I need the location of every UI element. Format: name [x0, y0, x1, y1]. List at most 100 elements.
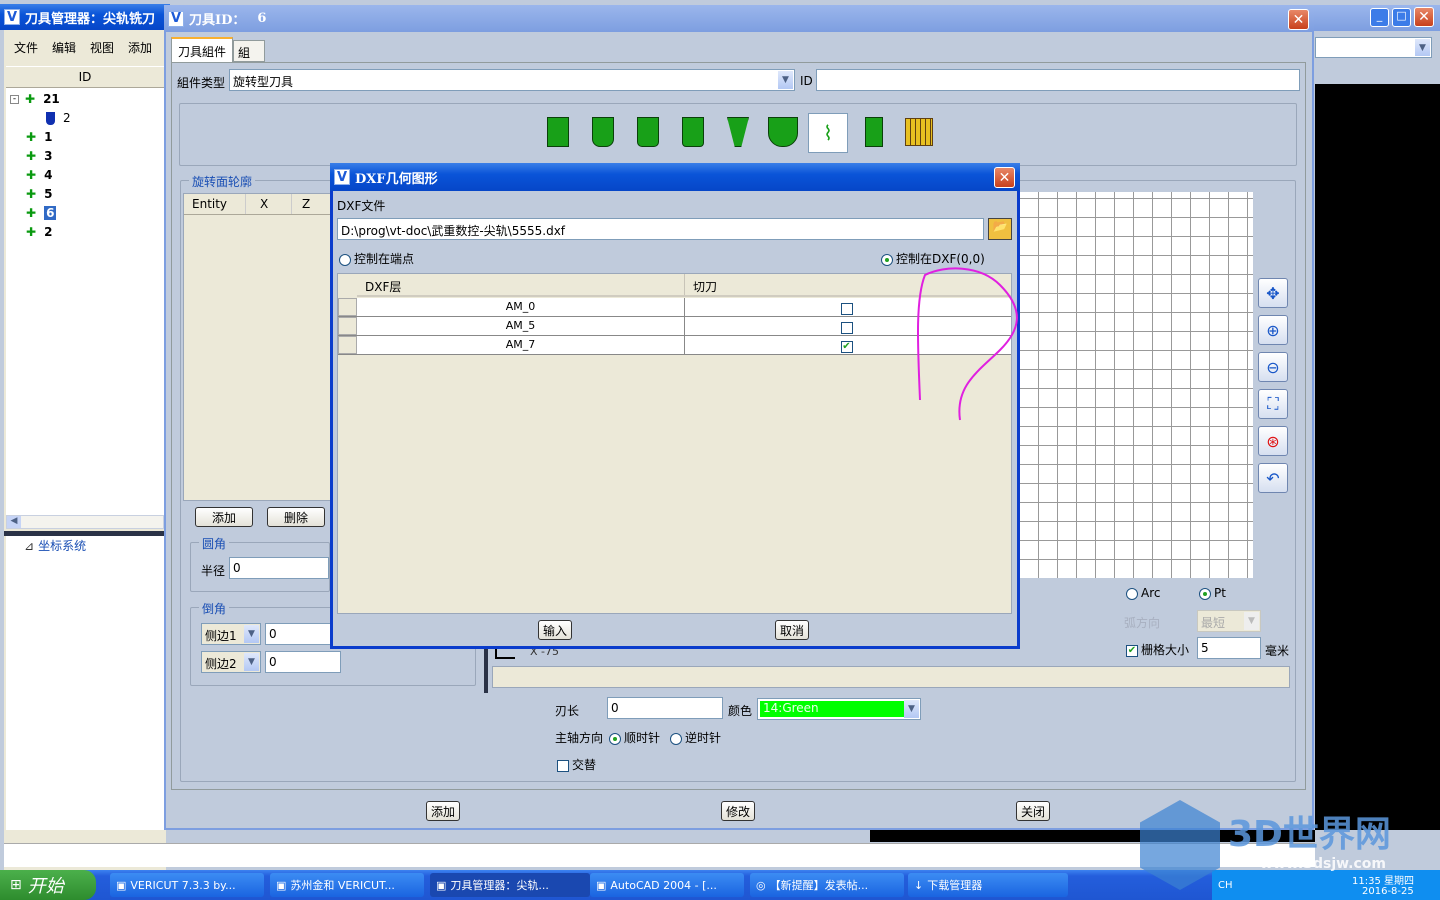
- background-close-button[interactable]: ✕: [1414, 7, 1434, 27]
- endpoint-radio[interactable]: 控制在端点: [339, 250, 414, 267]
- side2-select[interactable]: 侧边2 ▼: [201, 651, 261, 673]
- row-header[interactable]: [338, 317, 357, 335]
- menu-view[interactable]: 视图: [90, 39, 114, 56]
- cutter-checkbox[interactable]: [840, 321, 853, 334]
- tool-dialog-titlebar: V 刀具ID： 6: [164, 5, 1314, 32]
- cutter-checkbox[interactable]: ✔: [840, 340, 853, 353]
- id-column-header[interactable]: ID: [6, 67, 164, 88]
- taskbar-item[interactable]: ▣ VERICUT 7.3.3 by...: [110, 873, 264, 897]
- tree-item[interactable]: 2: [46, 111, 71, 125]
- counterclockwise-radio[interactable]: 逆时针: [670, 729, 721, 746]
- menu-add[interactable]: 添加: [128, 39, 152, 56]
- tree-item[interactable]: - ✚ 21: [10, 92, 60, 106]
- fit-view-icon[interactable]: ⛶: [1258, 389, 1288, 419]
- tree-item[interactable]: ✚ 4: [26, 168, 52, 182]
- row-header[interactable]: [338, 336, 357, 354]
- col-cutter[interactable]: 切刀: [685, 274, 725, 295]
- tool-assembly-icon: ✚: [25, 92, 36, 106]
- tree-item[interactable]: ✚ 1: [26, 130, 52, 144]
- grid-size-input[interactable]: 5: [1197, 637, 1261, 659]
- color-select[interactable]: 14:Green ▼: [757, 698, 921, 720]
- preview-divider: [484, 645, 488, 693]
- cutter-checkbox[interactable]: [840, 302, 853, 315]
- vericut-logo-icon: V: [168, 10, 184, 27]
- open-folder-icon[interactable]: 📂: [988, 218, 1012, 240]
- tab-assembly[interactable]: 組合: [233, 40, 265, 77]
- component-type-label: 組件类型: [177, 76, 226, 90]
- target-icon[interactable]: ⊛: [1258, 426, 1288, 456]
- zoom-out-icon[interactable]: ⊖: [1258, 352, 1288, 382]
- stl-model-icon[interactable]: [905, 118, 933, 146]
- taskbar-item-active[interactable]: ▣ 刀具管理器：尖轨...: [430, 873, 590, 897]
- col-dxf-layer[interactable]: DXF层: [357, 274, 685, 295]
- flat-end-mill-icon[interactable]: [547, 117, 569, 147]
- id-input[interactable]: [816, 69, 1300, 91]
- tool-dialog-title: 刀具ID：: [189, 13, 246, 28]
- col-z[interactable]: Z: [292, 194, 320, 214]
- col-x[interactable]: X: [246, 194, 292, 214]
- disk-mill-icon[interactable]: [768, 117, 798, 147]
- tool-assembly-icon: ✚: [26, 130, 37, 144]
- bull-nose-mill-icon[interactable]: [637, 117, 659, 147]
- row-header[interactable]: [338, 298, 357, 316]
- delete-entity-button[interactable]: 删除: [267, 507, 325, 527]
- app-icon: ▣: [116, 878, 127, 892]
- tool-assembly-icon: ✚: [26, 206, 37, 220]
- clockwise-radio[interactable]: 顺时针: [609, 729, 660, 746]
- menu-edit[interactable]: 编辑: [52, 39, 76, 56]
- component-type-select[interactable]: 旋转型刀具 ▼: [229, 69, 795, 91]
- dxf-file-input[interactable]: D:\prog\vt-doc\武重数控-尖轨\5555.dxf: [337, 218, 984, 240]
- background-dropdown[interactable]: ▼: [1315, 37, 1432, 58]
- alternate-checkbox[interactable]: 交替: [557, 756, 596, 773]
- profile-table-header: Entity X Z: [184, 194, 332, 215]
- import-button[interactable]: 输入: [538, 620, 572, 640]
- menu-file[interactable]: 文件: [14, 39, 38, 56]
- col-entity[interactable]: Entity: [184, 194, 246, 214]
- bottom-strip: [4, 843, 1315, 867]
- dxf-close-button[interactable]: ✕: [994, 167, 1015, 188]
- arc-direction-select[interactable]: 最短 ▼: [1197, 610, 1261, 632]
- taskbar-item[interactable]: ▣ AutoCAD 2004 - [...: [590, 873, 744, 897]
- hand-drawn-annotation: [916, 267, 1018, 421]
- preview-grid: [1020, 192, 1253, 578]
- side2-input[interactable]: 0: [265, 651, 341, 673]
- side1-select[interactable]: 侧边1 ▼: [201, 623, 261, 645]
- background-canvas: [1315, 84, 1440, 830]
- tree-item[interactable]: ✚ 3: [26, 149, 52, 163]
- pan-icon[interactable]: ✥: [1258, 278, 1288, 308]
- bottom-black-strip: [870, 830, 1315, 842]
- modify-button[interactable]: 修改: [721, 801, 755, 821]
- add-entity-button[interactable]: 添加: [195, 507, 253, 527]
- chevron-down-icon: ▼: [904, 700, 919, 718]
- chevron-down-icon: ▼: [244, 625, 259, 643]
- language-indicator[interactable]: CH: [1218, 880, 1233, 891]
- coord-system-icon: ⊿: [24, 538, 35, 553]
- add-button[interactable]: 添加: [426, 801, 460, 821]
- coord-system-item[interactable]: ⊿ 坐标系统: [24, 537, 86, 554]
- tree-item-selected[interactable]: ✚ 6: [26, 206, 57, 220]
- revolved-profile-icon[interactable]: ⌇: [808, 113, 848, 153]
- pt-radio[interactable]: Pt: [1199, 586, 1226, 600]
- arc-radio[interactable]: Arc: [1126, 586, 1160, 600]
- close-button[interactable]: 关闭: [1016, 801, 1050, 821]
- blade-length-input[interactable]: 0: [607, 697, 723, 719]
- undo-icon[interactable]: ↶: [1258, 463, 1288, 493]
- taper-mill-icon[interactable]: [682, 117, 704, 147]
- tree-item[interactable]: ✚ 2: [26, 225, 52, 239]
- maximize-button[interactable]: □: [1392, 8, 1411, 27]
- grid-size-checkbox[interactable]: ✔ 栅格大小: [1126, 641, 1189, 658]
- tool-dialog-close-button[interactable]: ✕: [1288, 9, 1309, 30]
- taskbar-item[interactable]: ◎ 【新提醒】发表帖...: [750, 873, 904, 897]
- tab-component[interactable]: 刀具組件: [171, 37, 233, 62]
- ball-end-mill-icon[interactable]: [592, 117, 614, 147]
- taskbar-item[interactable]: ▣ 苏州金和 VERICUT...: [270, 873, 424, 897]
- horizontal-scrollbar[interactable]: ◀: [6, 515, 164, 529]
- minimize-button[interactable]: _: [1370, 8, 1389, 27]
- start-button[interactable]: ⊞ 开始: [0, 870, 96, 900]
- cancel-button[interactable]: 取消: [775, 620, 809, 640]
- zoom-in-icon[interactable]: ⊕: [1258, 315, 1288, 345]
- taskbar-item[interactable]: ↓ 下载管理器: [908, 873, 1068, 897]
- radius-input[interactable]: 0: [229, 557, 329, 579]
- tree-item[interactable]: ✚ 5: [26, 187, 52, 201]
- extruded-profile-icon[interactable]: [865, 117, 883, 147]
